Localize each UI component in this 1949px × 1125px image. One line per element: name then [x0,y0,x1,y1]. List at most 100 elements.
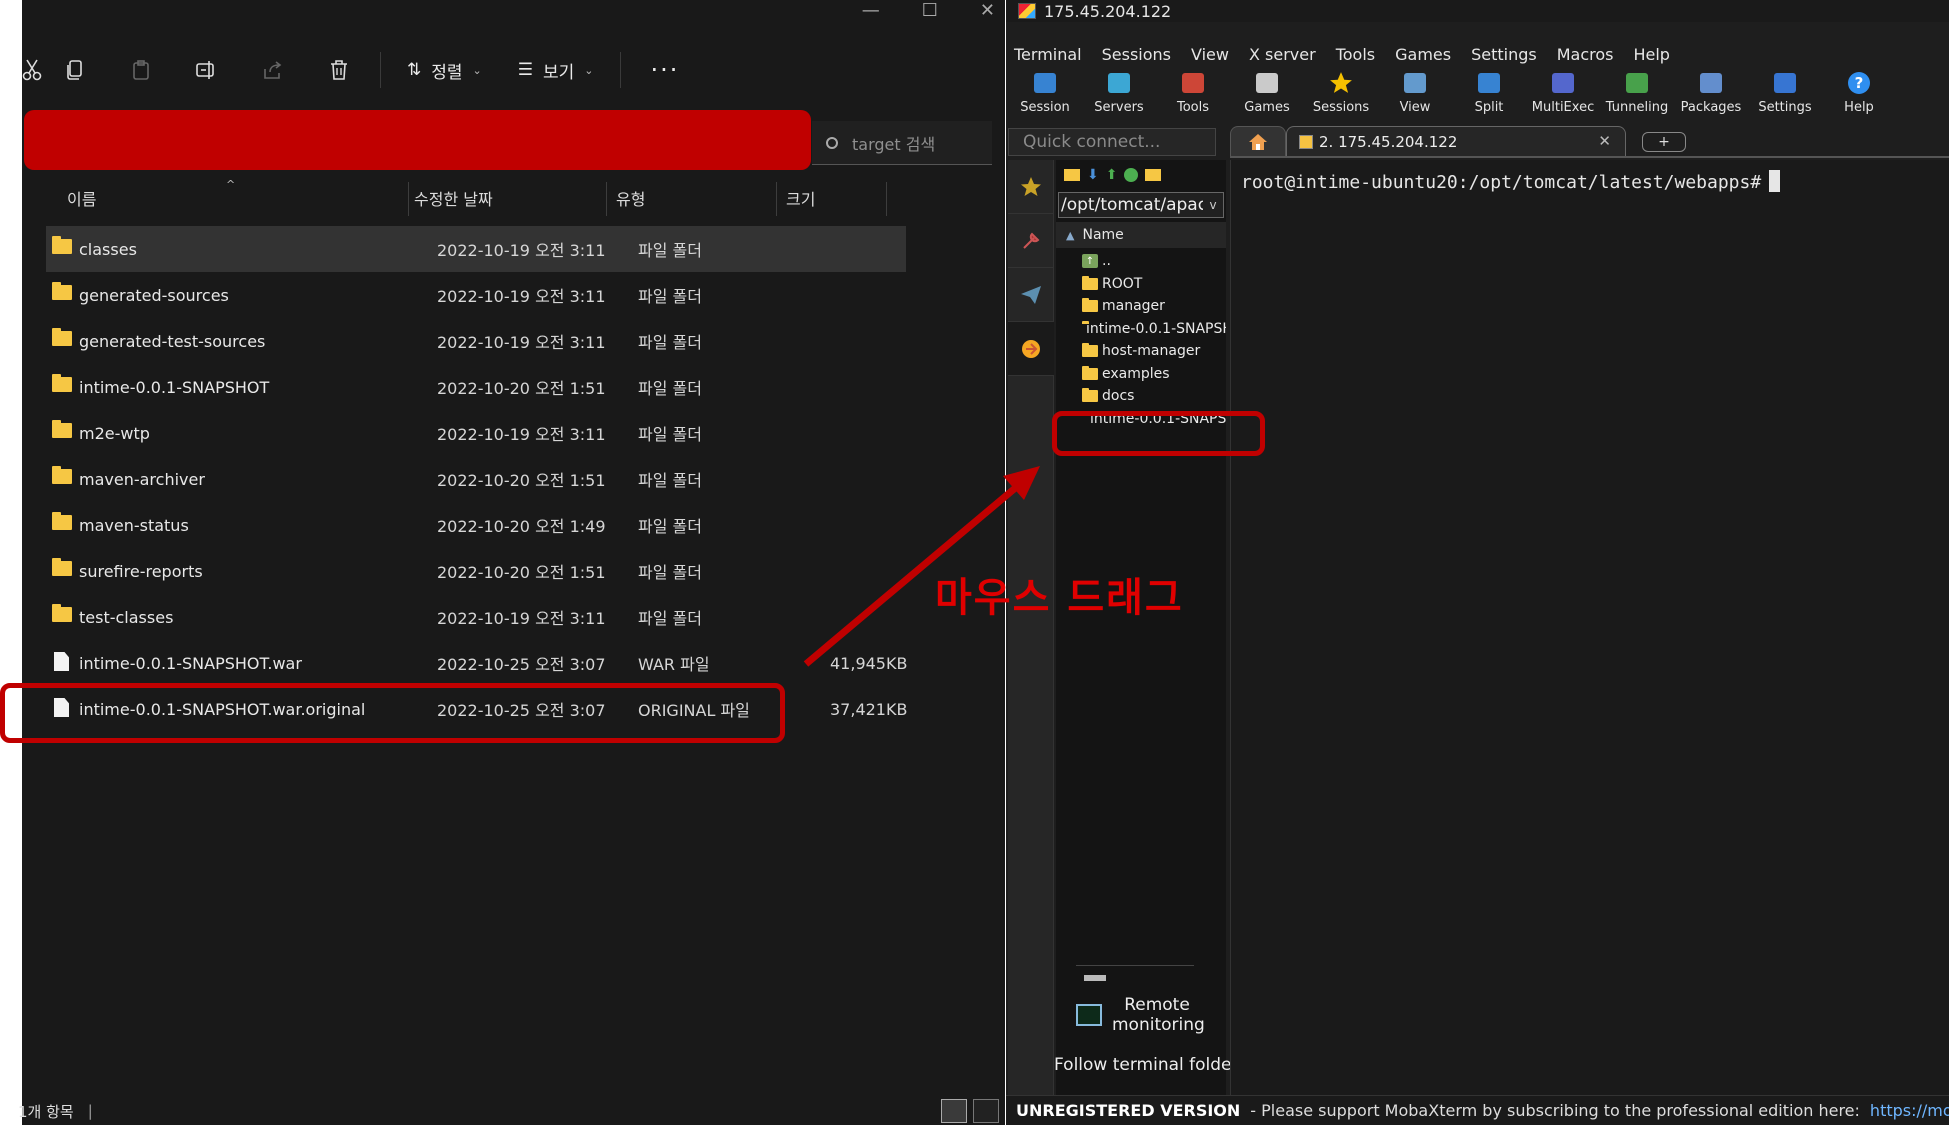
terminal-area[interactable]: root@intime-ubuntu20:/opt/tomcat/latest/… [1230,160,1949,1095]
column-header-size[interactable]: 크기 [786,182,815,214]
file-date: 2022-10-20 오전 1:51 [437,563,606,582]
file-type: 파일 폴더 [638,563,702,582]
multiexec-icon [1550,70,1576,96]
main-toolbar: Session Servers Tools Games Sessions View Spli… [1006,70,1949,128]
menu-item-settings[interactable]: Settings [1471,45,1537,64]
close-tab-icon[interactable]: ✕ [1598,132,1611,150]
new-tab-button[interactable]: + [1642,132,1686,152]
column-divider[interactable] [606,182,607,216]
menu-item-view[interactable]: View [1191,45,1229,64]
rename-icon[interactable] [174,46,240,94]
quick-connect-input[interactable]: Quick connect... [1008,128,1216,156]
cut-icon[interactable] [22,46,42,94]
file-row[interactable]: generated-sources 2022-10-19 오전 3:11 파일 폴더 [46,272,906,318]
toolbar-button-label: Games [1244,100,1290,115]
file-row[interactable]: generated-test-sources 2022-10-19 오전 3:11… [46,318,906,364]
toolbar-button-games[interactable]: Games [1230,70,1304,115]
menu-item-tools[interactable]: Tools [1336,45,1375,64]
tab-session-2[interactable]: 2. 175.45.204.122 ✕ [1286,126,1626,156]
close-icon[interactable]: ✕ [980,0,995,22]
minimize-icon[interactable]: — [862,0,880,22]
refresh-icon[interactable] [1124,168,1139,182]
sftp-item-name: manager [1102,298,1165,315]
toolbar-button-label: Servers [1094,100,1144,115]
column-header-size-label: 크기 [786,190,816,209]
column-divider[interactable] [408,182,409,216]
large-icons-view-button[interactable] [973,1099,999,1123]
follow-terminal-folder-checkbox[interactable]: Follow terminal folder [1054,1055,1239,1075]
sftp-browser-panel: ⬇ ⬆ /opt/tomcat/apache-tomcat v ▲ Name ↑… [1054,160,1239,1095]
column-header-date[interactable]: 수정한 날짜 [414,182,493,214]
sftp-list-item[interactable]: ROOT [1056,273,1226,296]
delete-icon[interactable] [306,46,372,94]
sidebar-item-sessions[interactable] [1008,160,1054,214]
home-tab[interactable] [1230,126,1286,156]
column-header-name[interactable]: 이름 [67,182,419,214]
menu-item-macros[interactable]: Macros [1557,45,1614,64]
upload-icon[interactable]: ⬆ [1106,167,1118,183]
more-options-button[interactable]: ··· [629,56,702,84]
toolbar-button-tunneling[interactable]: Tunneling [1600,70,1674,115]
toolbar-button-session[interactable]: Session [1008,70,1082,115]
sidebar-item-tools[interactable] [1008,214,1054,268]
file-row[interactable]: maven-status 2022-10-20 오전 1:49 파일 폴더 [46,502,906,548]
share-icon[interactable] [240,46,306,94]
search-input[interactable]: target 검색 [812,121,992,165]
maximize-icon[interactable]: ☐ [922,0,938,22]
menu-item-terminal[interactable]: Terminal [1014,45,1082,64]
sftp-list-item[interactable]: ↑.. [1056,250,1226,273]
column-divider[interactable] [776,182,777,216]
file-row[interactable]: m2e-wtp 2022-10-19 오전 3:11 파일 폴더 [46,410,906,456]
column-divider[interactable] [886,182,887,216]
sftp-item-name: host-manager [1102,343,1201,360]
file-row[interactable]: surefire-reports 2022-10-20 오전 1:51 파일 폴더 [46,548,906,594]
paste-icon[interactable] [108,46,174,94]
remote-monitoring-button[interactable]: Remote monitoring [1076,995,1205,1036]
toolbar-button-split[interactable]: Split [1452,70,1526,115]
column-header-type[interactable]: 유형 [616,182,645,214]
menu-item-x-server[interactable]: X server [1249,45,1316,64]
sftp-list-item[interactable]: docs [1056,385,1226,408]
file-name: classes [79,239,137,259]
folder-icon [52,328,72,346]
address-bar-redacted [24,110,811,170]
subscribe-link[interactable]: https://mobaxterm.mobatek.net [1870,1101,1949,1120]
toolbar-button-tools[interactable]: Tools [1156,70,1230,115]
file-row[interactable]: test-classes 2022-10-19 오전 3:11 파일 폴더 [46,594,906,640]
sftp-column-header-name[interactable]: ▲ Name [1056,222,1226,248]
menu-item-sessions[interactable]: Sessions [1102,45,1171,64]
collapse-handle[interactable] [1084,975,1106,981]
file-row[interactable]: maven-archiver 2022-10-20 오전 1:51 파일 폴더 [46,456,906,502]
sftp-column-name-label: Name [1082,227,1124,243]
sftp-path-dropdown[interactable]: /opt/tomcat/apache-tomcat v [1058,192,1224,218]
file-row[interactable]: intime-0.0.1-SNAPSHOT.war 2022-10-25 오전 3… [46,640,907,686]
copy-icon[interactable] [42,46,108,94]
sort-button[interactable]: ⇅ 정렬 ⌄ [389,46,500,94]
menu-item-help[interactable]: Help [1633,45,1669,64]
toolbar-button-settings[interactable]: Settings [1748,70,1822,115]
side-strip [1008,160,1054,1095]
toolbar-button-servers[interactable]: Servers [1082,70,1156,115]
toolbar-button-packages[interactable]: Packages [1674,70,1748,115]
sftp-list-item[interactable]: intime-0.0.1-SNAPSHOT [1056,318,1226,341]
menu-item-games[interactable]: Games [1395,45,1451,64]
download-icon[interactable]: ⬇ [1087,167,1099,183]
parent-folder-icon[interactable] [1064,169,1080,181]
sidebar-item-macros[interactable] [1008,268,1054,322]
sftp-list-item[interactable]: host-manager [1056,340,1226,363]
details-view-button[interactable] [941,1099,967,1123]
toolbar-button-multiexec[interactable]: MultiExec [1526,70,1600,115]
toolbar-button-view[interactable]: View [1378,70,1452,115]
sidebar-item-sftp[interactable] [1008,322,1054,376]
item-count-status: 1개 항목 [18,1102,74,1121]
file-row[interactable]: intime-0.0.1-SNAPSHOT 2022-10-20 오전 1:51 파… [46,364,906,410]
view-button[interactable]: ☰ 보기 ⌄ [500,46,612,94]
toolbar-button-help[interactable]: ? Help [1822,70,1896,115]
file-name: test-classes [79,607,174,627]
sftp-list-item[interactable]: manager [1056,295,1226,318]
toolbar-button-sessions[interactable]: Sessions [1304,70,1378,115]
star-icon [1328,70,1354,96]
new-folder-icon[interactable] [1145,169,1162,181]
file-row[interactable]: classes 2022-10-19 오전 3:11 파일 폴더 [46,226,906,272]
sftp-list-item[interactable]: examples [1056,363,1226,386]
